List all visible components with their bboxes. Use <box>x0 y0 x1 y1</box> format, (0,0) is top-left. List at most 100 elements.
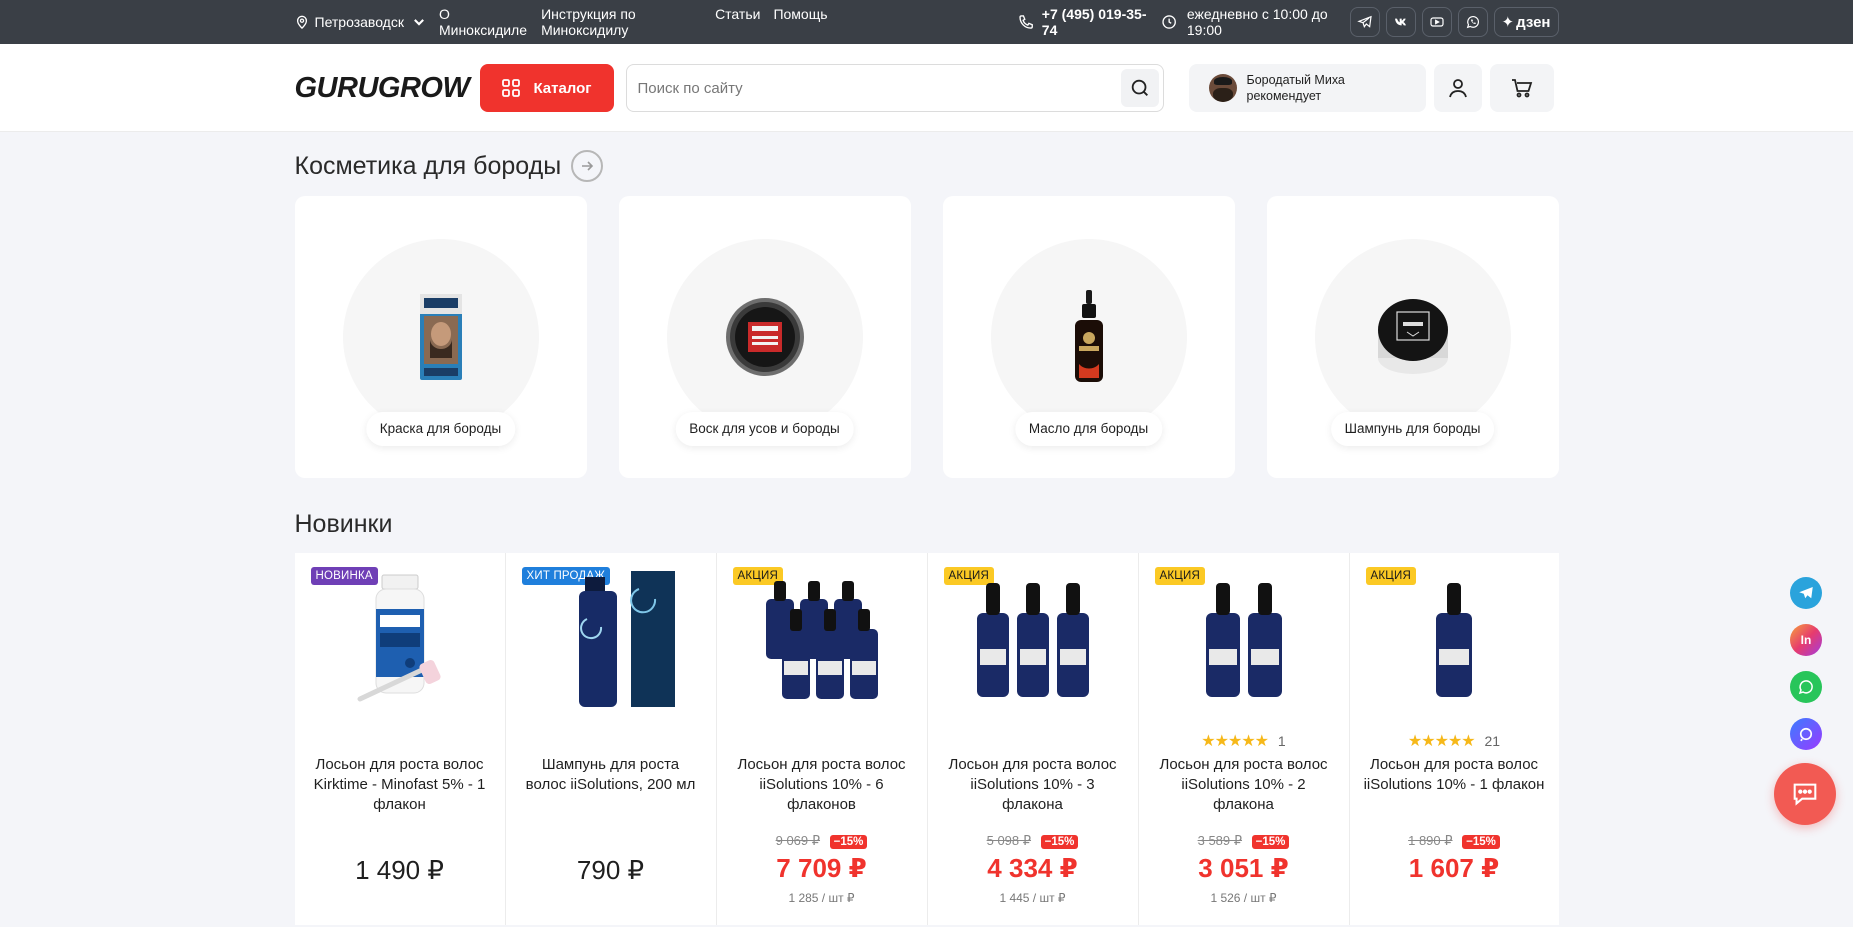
nav-link-instructions[interactable]: Инструкция по Миноксидилу <box>541 6 702 38</box>
beard-oil-bottle-image <box>1074 290 1103 382</box>
beard-shampoo-jar-image <box>1377 299 1448 374</box>
product-image <box>541 569 681 709</box>
review-count: 21 <box>1484 733 1501 749</box>
arrow-right-icon[interactable] <box>571 150 604 182</box>
bearded-avatar <box>1208 74 1237 102</box>
product-image <box>1384 569 1524 709</box>
chevron-down-icon <box>414 19 424 26</box>
product-rating: ★★★★★ 21 <box>1350 731 1559 751</box>
product-name[interactable]: Лосьон для роста волос iiSolutions 10% -… <box>731 755 913 815</box>
youtube-link[interactable] <box>1421 7 1452 37</box>
product-image <box>752 569 892 709</box>
product-price: 3 051 ₽ <box>1198 853 1289 883</box>
dzen-label: дзен <box>1516 13 1551 31</box>
product-name[interactable]: Лосьон для роста волос iiSolutions 10% -… <box>1153 755 1335 815</box>
category-card-beard-wax[interactable]: Воск для усов и бороды <box>618 196 911 478</box>
beard-categories: Краска для бороды Воск для усов и бороды <box>294 196 1559 478</box>
product-image <box>963 569 1103 709</box>
discount-badge: −15% <box>1040 835 1079 849</box>
product-price: 790 ₽ <box>576 855 645 885</box>
clock-icon <box>1161 15 1176 29</box>
rating-stars: ★★★★★ <box>1407 733 1476 750</box>
product-card[interactable]: АКЦИЯ ★★★★★ 1 Лосьон для роста волос iiS… <box>1139 553 1350 925</box>
floating-contacts: In <box>1790 577 1822 750</box>
category-label: Краска для бороды <box>365 412 516 446</box>
unit-price: 1 445 / шт ₽ <box>999 891 1066 905</box>
search-button[interactable] <box>1120 69 1159 107</box>
new-products-grid: НОВИНКА Лосьон для роста волос Kirktime … <box>294 553 1559 925</box>
instagram-icon: In <box>1800 633 1812 647</box>
nav-link-help[interactable]: Помощь <box>773 6 827 38</box>
review-count: 1 <box>1277 733 1286 749</box>
product-name[interactable]: Лосьон для роста волос iiSolutions 10% -… <box>1364 755 1545 795</box>
catalog-button[interactable]: Каталог <box>479 64 614 112</box>
search-bar <box>625 64 1164 112</box>
category-label: Шампунь для бороды <box>1330 412 1495 446</box>
account-button[interactable] <box>1433 64 1482 112</box>
product-price: 4 334 ₽ <box>987 853 1078 883</box>
product-name[interactable]: Лосьон для роста волос Kirktime - Minofa… <box>309 755 491 815</box>
whatsapp-icon <box>1798 680 1813 695</box>
youtube-icon <box>1429 17 1444 27</box>
category-card-beard-oil[interactable]: Масло для бороды <box>942 196 1235 478</box>
cart-button[interactable] <box>1489 64 1554 112</box>
chat-button[interactable] <box>1774 763 1836 825</box>
location-pin-icon <box>296 15 307 29</box>
main-header: GURUGROW Каталог Бородатый Миха рекоменд… <box>0 44 1853 132</box>
whatsapp-link[interactable] <box>1457 7 1488 37</box>
city-selector[interactable]: Петрозаводск <box>295 14 426 30</box>
max-messenger-icon <box>1799 727 1813 742</box>
product-card[interactable]: АКЦИЯ Лосьон для роста волос iiSolutions… <box>717 553 928 925</box>
old-price-row: 1 890 ₽ −15% <box>1350 833 1559 849</box>
unit-price: 1 526 / шт ₽ <box>1210 891 1277 905</box>
instagram-float-button[interactable]: In <box>1790 624 1822 656</box>
phone-number: +7 (495) 019-35-74 <box>1041 6 1147 38</box>
discount-badge: −15% <box>829 835 868 849</box>
product-name[interactable]: Лосьон для роста волос iiSolutions 10% -… <box>942 755 1124 815</box>
category-card-beard-shampoo[interactable]: Шампунь для бороды <box>1266 196 1559 478</box>
vk-link[interactable] <box>1385 7 1416 37</box>
new-section-heading: Новинки <box>294 510 393 538</box>
product-rating: ★★★★★ 1 <box>1139 731 1349 751</box>
search-icon <box>1131 79 1148 96</box>
whatsapp-icon <box>1466 15 1479 29</box>
nav-link-about[interactable]: О Миноксидиле <box>439 6 528 38</box>
nav-link-articles[interactable]: Статьи <box>715 6 760 38</box>
product-card[interactable]: НОВИНКА Лосьон для роста волос Kirktime … <box>295 553 506 925</box>
product-image <box>330 569 470 709</box>
max-messenger-float-button[interactable] <box>1790 718 1822 750</box>
site-logo[interactable]: GURUGROW <box>295 72 485 105</box>
product-price: 7 709 ₽ <box>776 853 867 883</box>
search-input[interactable] <box>637 79 1108 97</box>
vk-icon <box>1394 18 1406 26</box>
category-card-beard-dye[interactable]: Краска для бороды <box>294 196 587 478</box>
product-price: 1 490 ₽ <box>355 855 444 885</box>
category-label: Масло для бороды <box>1014 412 1163 446</box>
category-label: Воск для усов и бороды <box>675 412 854 446</box>
whatsapp-float-button[interactable] <box>1790 671 1822 703</box>
recommend-name: Бородатый Миха <box>1246 73 1345 87</box>
old-price-row: 9 069 ₽ −15% <box>717 833 927 849</box>
beard-section-heading: Косметика для бороды <box>294 151 562 180</box>
beard-wax-tin-image <box>725 298 804 376</box>
recommend-button[interactable]: Бородатый Миха рекомендует <box>1188 64 1426 112</box>
dzen-link[interactable]: ✦ дзен <box>1493 7 1559 37</box>
telegram-link[interactable] <box>1349 7 1380 37</box>
old-price: 1 890 ₽ <box>1408 833 1453 848</box>
product-card[interactable]: АКЦИЯ ★★★★★ 21 Лосьон для роста волос ii… <box>1350 553 1559 925</box>
cart-icon <box>1511 79 1532 98</box>
product-name[interactable]: Шампунь для роста волос iiSolutions, 200… <box>520 755 702 795</box>
product-card[interactable]: ХИТ ПРОДАЖ Шампунь для роста волос iiSol… <box>506 553 717 925</box>
old-price: 3 589 ₽ <box>1197 833 1243 848</box>
beard-section-title[interactable]: Косметика для бороды <box>295 150 1559 182</box>
user-icon <box>1448 79 1467 98</box>
phone-link[interactable]: +7 (495) 019-35-74 <box>1018 6 1151 38</box>
top-bar: Петрозаводск О Миноксидиле Инструкция по… <box>0 0 1853 44</box>
telegram-icon <box>1799 587 1813 599</box>
recommend-text: рекомендует <box>1246 89 1322 103</box>
product-card[interactable]: АКЦИЯ Лосьон для роста волос iiSolutions… <box>928 553 1139 925</box>
new-section-title[interactable]: Новинки <box>295 510 1559 539</box>
telegram-float-button[interactable] <box>1790 577 1822 609</box>
discount-badge: −15% <box>1251 835 1290 849</box>
work-hours: ежедневно с 10:00 до 19:00 <box>1186 6 1328 38</box>
